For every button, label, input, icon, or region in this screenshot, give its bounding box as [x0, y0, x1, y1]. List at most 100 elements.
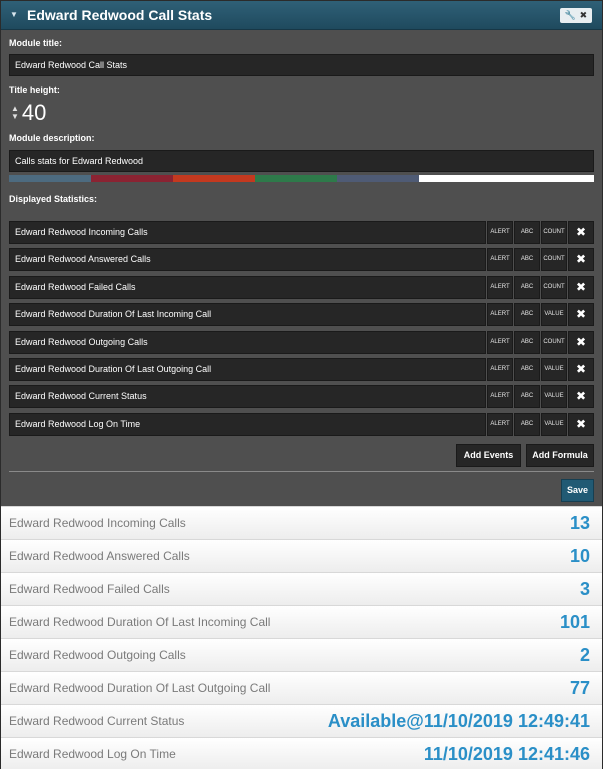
- color-picker-strip[interactable]: [9, 175, 594, 182]
- color-swatch[interactable]: [255, 175, 337, 182]
- result-name: Edward Redwood Duration Of Last Incoming…: [9, 615, 271, 629]
- statistic-row: Edward Redwood Current Status ALERT ABC VAL…: [9, 385, 594, 409]
- result-row: Edward Redwood Failed Calls 3: [1, 572, 602, 605]
- alert-button[interactable]: ALERT: [487, 248, 513, 272]
- mode-button[interactable]: COUNT: [541, 330, 567, 354]
- color-swatch[interactable]: [173, 175, 255, 182]
- result-row: Edward Redwood Answered Calls 10: [1, 539, 602, 572]
- remove-statistic-icon[interactable]: ✖: [568, 303, 594, 327]
- window-title-bar: ▼ Edward Redwood Call Stats 🔧 ✖: [1, 1, 602, 30]
- title-height-stepper[interactable]: ▲ ▼ 40: [11, 99, 46, 127]
- result-row: Edward Redwood Log On Time 11/10/2019 12:…: [1, 737, 602, 769]
- result-value: 3: [579, 579, 590, 599]
- module-title-label: Module title:: [9, 38, 62, 48]
- mode-button[interactable]: VALUE: [541, 358, 567, 381]
- statistic-name-field[interactable]: Edward Redwood Log On Time: [9, 412, 486, 436]
- window-title: Edward Redwood Call Stats: [27, 7, 213, 23]
- statistic-row: Edward Redwood Duration Of Last Incoming…: [9, 303, 594, 327]
- result-name: Edward Redwood Current Status: [9, 714, 185, 728]
- abc-button[interactable]: ABC: [514, 303, 540, 327]
- alert-button[interactable]: ALERT: [487, 358, 513, 381]
- remove-statistic-icon[interactable]: ✖: [568, 358, 594, 381]
- wrench-icon[interactable]: 🔧: [565, 8, 576, 23]
- statistic-name-field[interactable]: Edward Redwood Duration Of Last Incoming…: [9, 303, 486, 327]
- module-description-input[interactable]: Calls stats for Edward Redwood: [9, 150, 594, 172]
- result-row: Edward Redwood Outgoing Calls 2: [1, 638, 602, 671]
- result-row: Edward Redwood Current Status Available@1…: [1, 704, 602, 737]
- remove-statistic-icon[interactable]: ✖: [568, 275, 594, 299]
- result-row: Edward Redwood Duration Of Last Incoming…: [1, 605, 602, 638]
- title-height-label: Title height:: [9, 85, 60, 95]
- mode-button[interactable]: COUNT: [541, 248, 567, 272]
- result-value: Available@11/10/2019 12:49:41: [327, 711, 590, 731]
- abc-button[interactable]: ABC: [514, 412, 540, 436]
- module-description-label: Module description:: [9, 133, 95, 143]
- color-swatch[interactable]: [337, 175, 419, 182]
- result-value: 13: [569, 513, 590, 533]
- mode-button[interactable]: VALUE: [541, 385, 567, 409]
- color-swatch[interactable]: [91, 175, 173, 182]
- abc-button[interactable]: ABC: [514, 330, 540, 354]
- statistic-row: Edward Redwood Answered Calls ALERT ABC COU…: [9, 248, 594, 272]
- add-events-button[interactable]: Add Events: [456, 444, 521, 467]
- statistics-results-list: Edward Redwood Incoming Calls 13 Edward Re…: [1, 506, 602, 769]
- result-row: Edward Redwood Incoming Calls 13: [1, 506, 602, 539]
- remove-statistic-icon[interactable]: ✖: [568, 248, 594, 272]
- result-value: 11/10/2019 12:41:46: [423, 744, 590, 764]
- result-name: Edward Redwood Incoming Calls: [9, 516, 186, 530]
- statistic-name-field[interactable]: Edward Redwood Failed Calls: [9, 275, 486, 299]
- divider: [9, 471, 594, 472]
- remove-statistic-icon[interactable]: ✖: [568, 385, 594, 409]
- mode-button[interactable]: VALUE: [541, 412, 567, 436]
- result-value: 10: [569, 546, 590, 566]
- window-tools: 🔧 ✖: [560, 8, 592, 23]
- statistic-name-field[interactable]: Edward Redwood Current Status: [9, 385, 486, 409]
- abc-button[interactable]: ABC: [514, 385, 540, 409]
- abc-button[interactable]: ABC: [514, 248, 540, 272]
- module-settings-window: ▼ Edward Redwood Call Stats 🔧 ✖ Module t…: [0, 0, 603, 769]
- alert-button[interactable]: ALERT: [487, 412, 513, 436]
- remove-statistic-icon[interactable]: ✖: [568, 221, 594, 244]
- statistic-row: Edward Redwood Failed Calls ALERT ABC COUNT…: [9, 275, 594, 299]
- remove-statistic-icon[interactable]: ✖: [568, 412, 594, 436]
- statistic-name-field[interactable]: Edward Redwood Answered Calls: [9, 248, 486, 272]
- statistic-name-field[interactable]: Edward Redwood Duration Of Last Outgoing…: [9, 358, 486, 381]
- add-formula-button[interactable]: Add Formula: [526, 444, 594, 467]
- result-value: 101: [559, 612, 590, 632]
- triangle-down-icon[interactable]: ▼: [10, 10, 20, 20]
- color-swatch[interactable]: [419, 175, 594, 182]
- alert-button[interactable]: ALERT: [487, 330, 513, 354]
- result-name: Edward Redwood Failed Calls: [9, 582, 170, 596]
- result-row: Edward Redwood Duration Of Last Outgoing…: [1, 671, 602, 704]
- alert-button[interactable]: ALERT: [487, 303, 513, 327]
- alert-button[interactable]: ALERT: [487, 221, 513, 244]
- abc-button[interactable]: ABC: [514, 275, 540, 299]
- result-value: 77: [569, 678, 590, 698]
- mode-button[interactable]: VALUE: [541, 303, 567, 327]
- save-button[interactable]: Save: [561, 479, 594, 502]
- title-height-value[interactable]: 40: [22, 100, 46, 126]
- color-swatch[interactable]: [9, 175, 91, 182]
- statistic-name-field[interactable]: Edward Redwood Outgoing Calls: [9, 330, 486, 354]
- displayed-statistics-label: Displayed Statistics:: [9, 194, 98, 204]
- statistic-name-field[interactable]: Edward Redwood Incoming Calls: [9, 221, 486, 244]
- abc-button[interactable]: ABC: [514, 358, 540, 381]
- result-name: Edward Redwood Answered Calls: [9, 549, 190, 563]
- result-name: Edward Redwood Log On Time: [9, 747, 176, 761]
- stepper-down-icon[interactable]: ▼: [11, 113, 19, 121]
- alert-button[interactable]: ALERT: [487, 385, 513, 409]
- statistic-row: Edward Redwood Outgoing Calls ALERT ABC COU…: [9, 330, 594, 354]
- mode-button[interactable]: COUNT: [541, 221, 567, 244]
- abc-button[interactable]: ABC: [514, 221, 540, 244]
- close-icon[interactable]: ✖: [580, 8, 588, 23]
- result-name: Edward Redwood Outgoing Calls: [9, 648, 186, 662]
- result-name: Edward Redwood Duration Of Last Outgoing…: [9, 681, 271, 695]
- remove-statistic-icon[interactable]: ✖: [568, 330, 594, 354]
- alert-button[interactable]: ALERT: [487, 275, 513, 299]
- statistic-row: Edward Redwood Duration Of Last Outgoing…: [9, 358, 594, 381]
- statistic-row: Edward Redwood Log On Time ALERT ABC VALUE ✖: [9, 412, 594, 436]
- module-title-input[interactable]: Edward Redwood Call Stats: [9, 54, 594, 76]
- result-value: 2: [579, 645, 590, 665]
- statistic-row: Edward Redwood Incoming Calls ALERT ABC COU…: [9, 221, 594, 244]
- mode-button[interactable]: COUNT: [541, 275, 567, 299]
